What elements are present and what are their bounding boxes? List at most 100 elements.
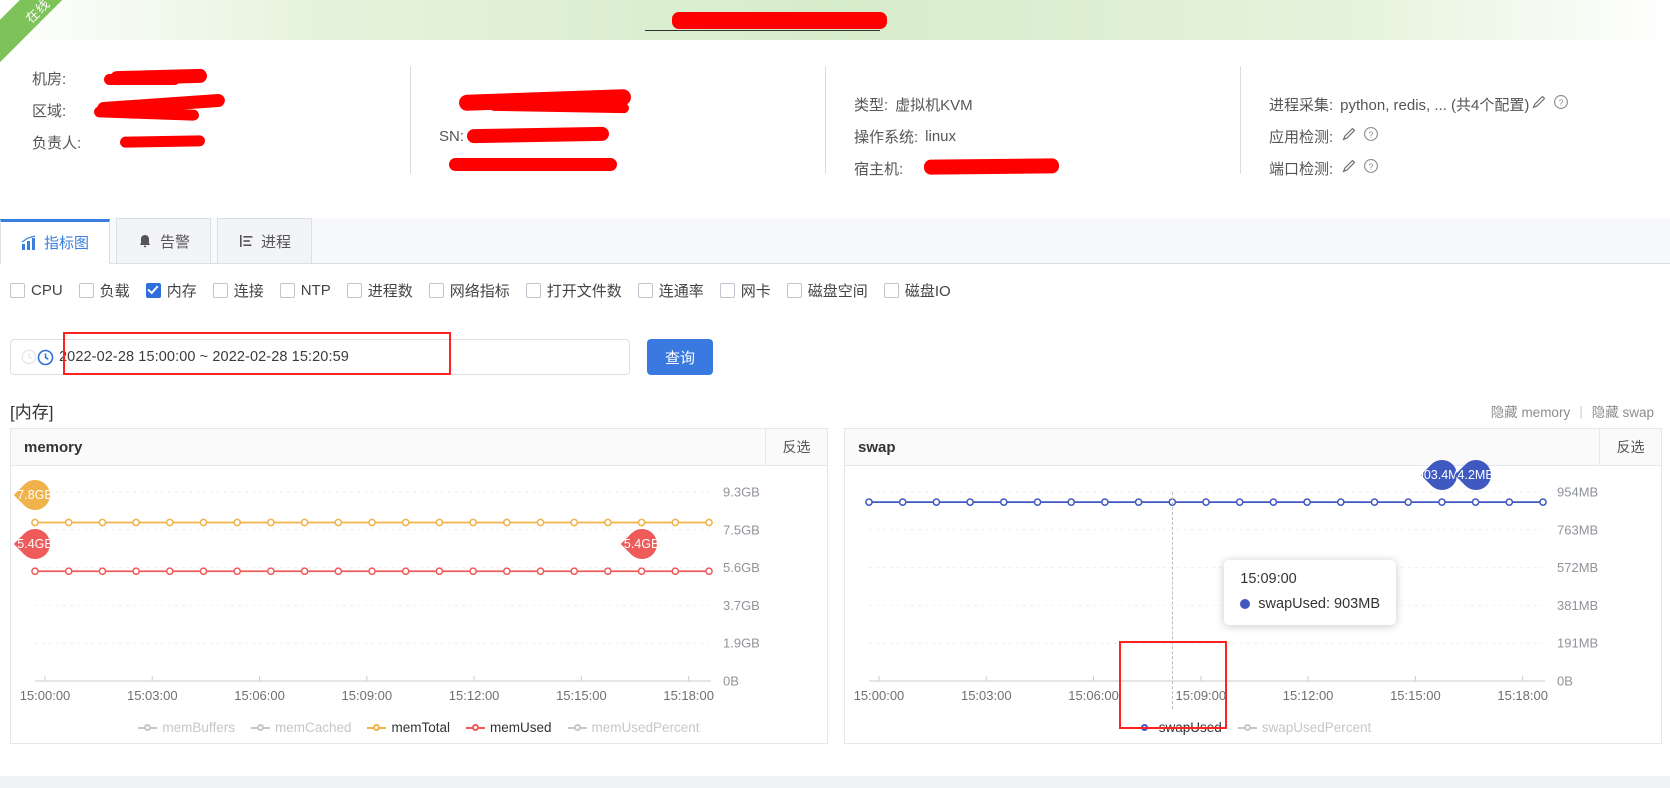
legend-item-memUsedPercent[interactable]: memUsedPercent [567, 720, 700, 735]
help-icon[interactable]: ? [1553, 94, 1569, 114]
data-point[interactable] [300, 567, 309, 576]
checkbox-box[interactable] [428, 282, 444, 298]
data-point[interactable] [165, 518, 174, 527]
metric-checkbox-磁盘IO[interactable]: 磁盘IO [883, 280, 951, 301]
checkbox-box[interactable] [719, 282, 735, 298]
data-point[interactable] [233, 567, 242, 576]
chart-plot-memory[interactable]: 0B 1.9GB 3.7GB 5.6GB 7.5GB 9.3GB 15:00:00 15:03… [11, 466, 827, 743]
checkbox-box[interactable] [637, 282, 653, 298]
data-point[interactable] [999, 498, 1008, 506]
data-point[interactable] [671, 567, 680, 576]
data-point[interactable] [1033, 498, 1042, 506]
data-point[interactable] [98, 567, 107, 576]
legend-item-memTotal[interactable]: memTotal [367, 720, 450, 735]
edit-icon[interactable] [1341, 126, 1357, 146]
data-point[interactable] [1067, 498, 1076, 506]
metric-checkbox-网络指标[interactable]: 网络指标 [428, 280, 510, 301]
checkbox-box[interactable] [786, 282, 802, 298]
hide-swap-link[interactable]: 隐藏 swap [1592, 401, 1654, 421]
data-point[interactable] [1505, 498, 1514, 506]
data-point[interactable] [368, 518, 376, 527]
data-point[interactable] [368, 567, 376, 576]
data-point[interactable] [132, 567, 140, 576]
date-range-input[interactable]: 2022-02-28 15:00:00 ~ 2022-02-28 15:20:5… [10, 332, 630, 375]
checkbox-box[interactable] [78, 282, 94, 298]
legend-item-memCached[interactable]: memCached [250, 720, 351, 735]
checkbox-box[interactable] [346, 282, 362, 298]
data-point[interactable] [64, 567, 73, 576]
data-point[interactable] [865, 498, 873, 506]
checkbox-box[interactable] [279, 282, 295, 298]
data-point[interactable] [932, 498, 941, 506]
data-point[interactable] [165, 567, 174, 576]
data-point[interactable] [1269, 498, 1278, 506]
edit-icon[interactable] [1341, 158, 1357, 178]
legend-item-memUsed[interactable]: memUsed [466, 720, 552, 735]
data-point[interactable] [502, 518, 511, 527]
metric-checkbox-打开文件数[interactable]: 打开文件数 [525, 280, 622, 301]
metric-checkbox-网卡[interactable]: 网卡 [719, 280, 771, 301]
data-point[interactable] [604, 518, 612, 527]
data-point[interactable] [637, 518, 646, 527]
legend-item-swapUsedPercent[interactable]: swapUsedPercent [1237, 720, 1371, 735]
query-button[interactable]: 查询 [647, 339, 713, 375]
data-point[interactable] [1235, 498, 1244, 506]
invert-selection-swap[interactable]: 反选 [1599, 429, 1661, 465]
metric-checkbox-连接[interactable]: 连接 [212, 280, 264, 301]
data-point[interactable] [1134, 498, 1143, 506]
data-point[interactable] [435, 567, 444, 576]
data-point[interactable] [536, 518, 545, 527]
checkbox-box[interactable] [212, 282, 228, 298]
data-point[interactable] [132, 518, 140, 527]
data-point[interactable] [705, 567, 713, 576]
metric-checkbox-负载[interactable]: 负载 [78, 280, 130, 301]
data-point[interactable] [570, 567, 579, 576]
data-point[interactable] [1202, 498, 1210, 506]
checkbox-box[interactable] [525, 282, 541, 298]
data-point[interactable] [401, 518, 410, 527]
hide-memory-link[interactable]: 隐藏 memory [1491, 401, 1571, 421]
data-point[interactable] [898, 498, 907, 506]
data-point[interactable] [1336, 498, 1345, 506]
data-point[interactable] [469, 567, 477, 576]
metric-checkbox-连通率[interactable]: 连通率 [637, 280, 704, 301]
data-point[interactable] [98, 518, 107, 527]
data-point[interactable] [1404, 498, 1413, 506]
data-point[interactable] [334, 518, 343, 527]
invert-selection-memory[interactable]: 反选 [765, 429, 827, 465]
data-point[interactable] [671, 518, 680, 527]
data-point[interactable] [267, 567, 275, 576]
checkbox-box[interactable] [145, 282, 161, 298]
data-point[interactable] [1539, 498, 1547, 506]
tab-alerts[interactable]: 告警 [116, 218, 212, 263]
data-point[interactable] [300, 518, 309, 527]
clock-icon-active[interactable] [37, 349, 54, 366]
data-point[interactable] [64, 518, 73, 527]
data-point[interactable] [199, 518, 208, 527]
data-point[interactable] [267, 518, 275, 527]
data-point[interactable] [502, 567, 511, 576]
metric-checkbox-CPU[interactable]: CPU [10, 282, 63, 299]
data-point[interactable] [469, 518, 477, 527]
metric-checkbox-内存[interactable]: 内存 [145, 280, 197, 301]
legend-item-swapUsed[interactable]: swapUsed [1134, 720, 1222, 735]
metric-checkbox-磁盘空间[interactable]: 磁盘空间 [786, 280, 868, 301]
metric-checkbox-进程数[interactable]: 进程数 [346, 280, 413, 301]
data-point[interactable] [1370, 498, 1379, 506]
data-point[interactable] [334, 567, 343, 576]
data-point[interactable] [435, 518, 444, 527]
checkbox-box[interactable] [883, 282, 899, 298]
help-icon[interactable]: ? [1363, 126, 1379, 146]
data-point[interactable] [401, 567, 410, 576]
help-icon[interactable]: ? [1363, 158, 1379, 178]
data-point[interactable] [1303, 498, 1311, 506]
data-point[interactable] [570, 518, 579, 527]
data-point[interactable] [233, 518, 242, 527]
data-point[interactable] [705, 518, 713, 527]
data-point[interactable] [966, 498, 974, 506]
data-point[interactable] [1101, 498, 1109, 506]
tab-metrics[interactable]: 指标图 [0, 219, 111, 264]
data-point[interactable] [199, 567, 208, 576]
legend-item-memBuffers[interactable]: memBuffers [138, 720, 235, 735]
edit-icon[interactable] [1531, 94, 1547, 114]
